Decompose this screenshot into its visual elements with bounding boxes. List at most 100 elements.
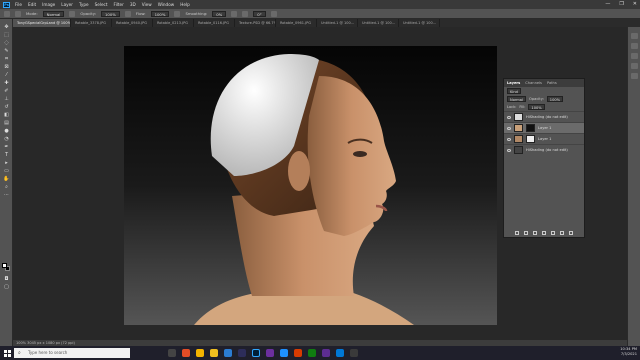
swatches-panel-icon[interactable]: [631, 43, 638, 49]
opacity-field[interactable]: 100%: [100, 10, 120, 17]
layer-style-icon[interactable]: [524, 231, 528, 235]
close-button[interactable]: ✕: [633, 1, 637, 7]
brush-tool-icon[interactable]: [4, 10, 10, 17]
lasso-tool-icon[interactable]: ◌: [3, 41, 10, 46]
app-icon[interactable]: [294, 349, 302, 357]
menu-window[interactable]: Window: [158, 2, 175, 7]
minimize-button[interactable]: —: [605, 1, 610, 7]
tab-document[interactable]: Untitled-1 @ 100...: [399, 19, 440, 27]
tab-document[interactable]: Rotable_0116.JPG: [194, 19, 235, 27]
menu-help[interactable]: Help: [180, 2, 190, 7]
visibility-eye-icon[interactable]: [507, 115, 511, 119]
link-layers-icon[interactable]: [515, 231, 519, 235]
quick-mask-icon[interactable]: ◘: [3, 277, 10, 282]
tab-document[interactable]: Rotable_0961.JPG: [276, 19, 317, 27]
menu-type[interactable]: Type: [79, 2, 89, 7]
tab-document-active[interactable]: TonyGSpecialGrpLand @ 100% (Layer 1, Lay…: [13, 19, 71, 27]
shape-tool-icon[interactable]: ▭: [3, 169, 10, 174]
pen-tool-icon[interactable]: ✒: [3, 145, 10, 150]
tab-document[interactable]: Untitled-1 @ 100...: [317, 19, 358, 27]
mode-select[interactable]: Normal: [42, 10, 65, 17]
visibility-eye-icon[interactable]: [507, 148, 511, 152]
tab-document[interactable]: Rotable_0213.JPG: [153, 19, 194, 27]
menu-filter[interactable]: Filter: [113, 2, 123, 7]
delete-layer-icon[interactable]: [569, 231, 573, 235]
tab-document[interactable]: Rotable_0940.JPG: [112, 19, 153, 27]
color-panel-icon[interactable]: [631, 33, 638, 39]
visibility-eye-icon[interactable]: [507, 137, 511, 141]
layer-row-selected[interactable]: Layer 1: [504, 122, 584, 133]
adjustments-panel-icon[interactable]: [631, 53, 638, 59]
menu-file[interactable]: File: [15, 2, 22, 7]
new-group-icon[interactable]: [551, 231, 555, 235]
type-tool-icon[interactable]: T: [3, 153, 10, 158]
edge-icon[interactable]: [224, 349, 232, 357]
pressure-opacity-icon[interactable]: [69, 10, 76, 17]
app-icon[interactable]: [238, 349, 246, 357]
task-view-icon[interactable]: [168, 349, 176, 357]
tab-paths[interactable]: Paths: [547, 81, 557, 85]
tab-layers[interactable]: Layers: [507, 81, 520, 85]
hand-tool-icon[interactable]: ✋: [3, 177, 10, 182]
crop-tool-icon[interactable]: ⌗: [3, 57, 10, 62]
eraser-tool-icon[interactable]: ◧: [3, 113, 10, 118]
menu-image[interactable]: Image: [42, 2, 55, 7]
tab-document[interactable]: Texture-PSD @ 66.7% (RG...: [235, 19, 276, 27]
layers-panel-icon[interactable]: [631, 73, 638, 79]
healing-tool-icon[interactable]: ✚: [3, 81, 10, 86]
app-icon[interactable]: [322, 349, 330, 357]
tab-document[interactable]: Rotable_3378.JPG: [71, 19, 112, 27]
add-mask-icon[interactable]: [533, 231, 537, 235]
file-explorer-icon[interactable]: [210, 349, 218, 357]
path-select-tool-icon[interactable]: ▸: [3, 161, 10, 166]
app-icon[interactable]: [308, 349, 316, 357]
smoothing-field[interactable]: 0%: [212, 10, 227, 17]
adjustment-layer-icon[interactable]: [542, 231, 546, 235]
blur-tool-icon[interactable]: ●: [3, 129, 10, 134]
menu-view[interactable]: View: [142, 2, 152, 7]
tab-document[interactable]: Untitled-1 @ 100...: [358, 19, 399, 27]
history-brush-icon[interactable]: ↺: [3, 105, 10, 110]
flow-field[interactable]: 100%: [150, 10, 170, 17]
move-tool-icon[interactable]: ✥: [3, 25, 10, 30]
layer-filter-select[interactable]: Kind: [507, 88, 521, 94]
menu-select[interactable]: Select: [95, 2, 108, 7]
tab-channels[interactable]: Channels: [525, 81, 542, 85]
frame-tool-icon[interactable]: ⊠: [3, 65, 10, 70]
layer-mask-thumbnail[interactable]: [526, 124, 535, 132]
layer-opacity-field[interactable]: 100%: [546, 96, 564, 102]
visibility-eye-icon[interactable]: [507, 126, 511, 130]
foreground-color-swatch[interactable]: [2, 263, 7, 268]
maximize-button[interactable]: ❐: [619, 1, 623, 7]
eyedropper-tool-icon[interactable]: ⁄: [3, 73, 10, 78]
zoom-tool-icon[interactable]: ⌕: [3, 185, 10, 190]
pressure-icon[interactable]: [124, 10, 131, 17]
marquee-tool-icon[interactable]: ⬚: [3, 33, 10, 38]
quick-select-tool-icon[interactable]: ✎: [3, 49, 10, 54]
screen-mode-icon[interactable]: ▢: [3, 285, 10, 290]
firefox-icon[interactable]: [182, 349, 190, 357]
brush-tool-icon[interactable]: ✐: [3, 89, 10, 94]
system-tray[interactable]: 10:34 PM 7/3/2021: [620, 347, 637, 357]
windows-start-button[interactable]: [0, 346, 14, 360]
app-icon[interactable]: [336, 349, 344, 357]
menu-edit[interactable]: Edit: [28, 2, 36, 7]
app-icon[interactable]: [280, 349, 288, 357]
angle-field[interactable]: 0°: [253, 10, 266, 17]
more-tools-icon[interactable]: ⋯: [3, 193, 10, 198]
dodge-tool-icon[interactable]: ◔: [3, 137, 10, 142]
gradient-tool-icon[interactable]: ▤: [3, 121, 10, 126]
layer-row[interactable]: Layer 1: [504, 133, 584, 144]
app-icon[interactable]: [350, 349, 358, 357]
layer-mask-thumbnail[interactable]: [526, 135, 535, 143]
new-layer-icon[interactable]: [560, 231, 564, 235]
chrome-icon[interactable]: [196, 349, 204, 357]
layer-fill-field[interactable]: 100%: [528, 104, 545, 110]
photoshop-taskbar-icon[interactable]: [252, 349, 260, 357]
document-canvas[interactable]: [124, 46, 497, 325]
gear-icon[interactable]: [231, 10, 238, 17]
layer-row[interactable]: HiShading (do not edit): [504, 111, 584, 122]
blend-mode-select[interactable]: Normal: [507, 96, 527, 102]
taskbar-search-input[interactable]: ⌕ Type here to search: [14, 348, 130, 358]
app-icon[interactable]: [266, 349, 274, 357]
